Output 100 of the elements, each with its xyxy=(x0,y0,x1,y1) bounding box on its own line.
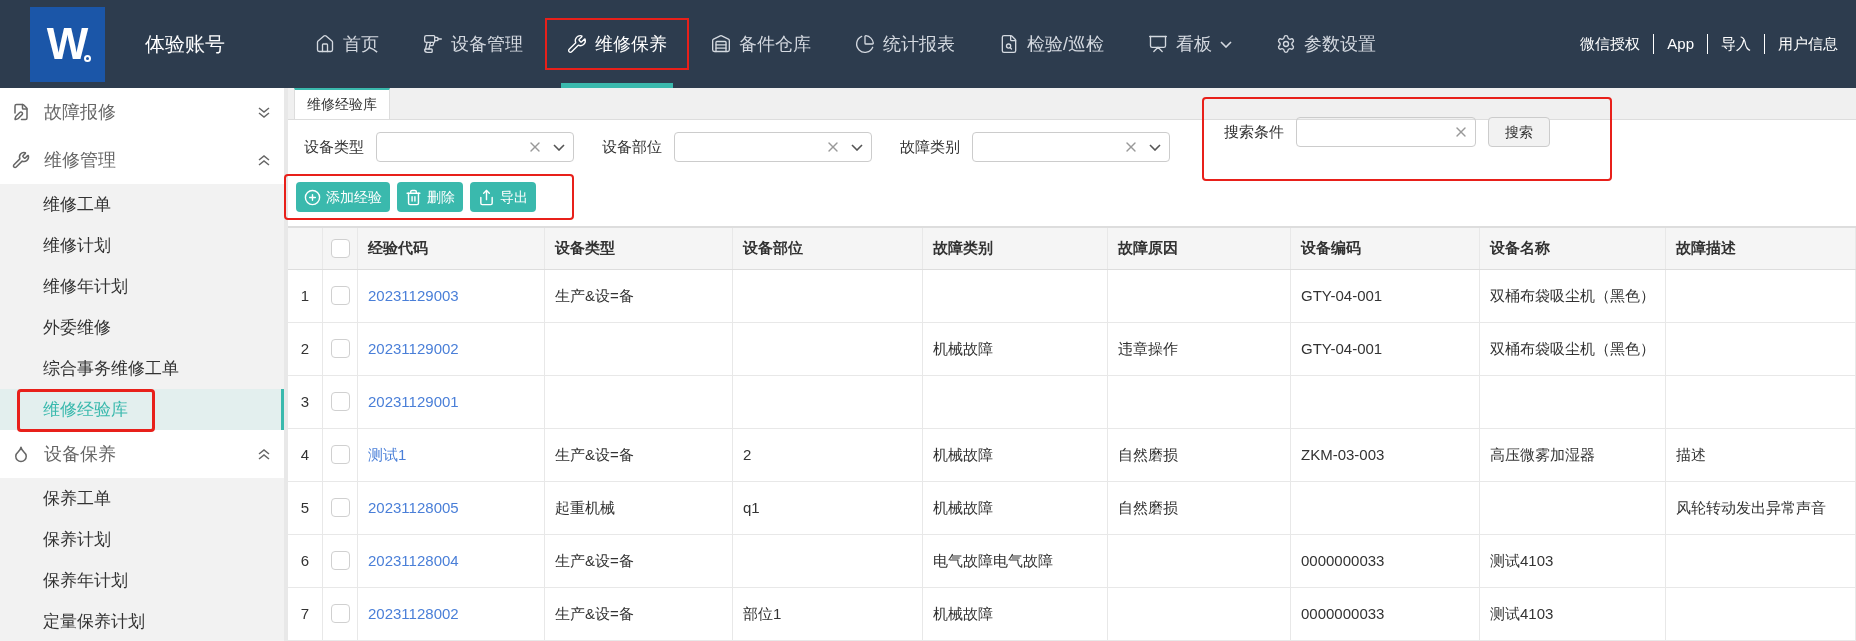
sidebar-item[interactable]: 外委维修 xyxy=(0,307,284,348)
nav-tab[interactable]: 设备管理 xyxy=(401,18,545,70)
checkbox[interactable] xyxy=(330,445,350,465)
caret-icon xyxy=(1220,40,1232,48)
table-cell-text: 双桶布袋吸尘机（黑色） xyxy=(1490,338,1655,359)
header-link[interactable]: 导入 xyxy=(1721,32,1751,56)
table-cell-text: 部位1 xyxy=(743,603,782,624)
table-cell-text: 生产&设=备 xyxy=(555,285,634,306)
logo: W xyxy=(30,6,105,82)
table-cell-text: 双桶布袋吸尘机（黑色） xyxy=(1490,285,1655,306)
row-number: 3 xyxy=(300,391,310,412)
checkbox[interactable] xyxy=(330,239,350,258)
header-link[interactable]: 微信授权 xyxy=(1580,32,1641,56)
row-number: 1 xyxy=(300,285,310,306)
warehouse-icon xyxy=(711,34,731,54)
presentation-board-icon xyxy=(1148,34,1168,54)
table-cell-text: 机械故障 xyxy=(933,603,993,624)
table-cell-text: 0000000033 xyxy=(1301,550,1385,571)
header-link[interactable]: 用户信息 xyxy=(1778,32,1838,56)
sidebar-group-header[interactable]: 维修管理 xyxy=(0,136,284,184)
table-cell-text: 自然磨损 xyxy=(1118,444,1178,465)
chevron-down-icon xyxy=(553,143,565,151)
checkbox[interactable] xyxy=(330,286,350,306)
sidebar-item[interactable]: 综合事务维修工单 xyxy=(0,348,284,389)
nav-tab[interactable]: 首页 xyxy=(293,18,401,70)
row-number: 7 xyxy=(300,603,310,624)
sidebar-item[interactable]: 维修工单 xyxy=(0,184,284,225)
sidebar-item[interactable]: 保养计划 xyxy=(0,519,284,560)
row-number: 4 xyxy=(300,444,310,465)
chevron-down-icon xyxy=(1149,143,1161,151)
header-link[interactable]: App xyxy=(1667,32,1694,56)
row-number: 5 xyxy=(300,497,310,518)
table-cell-text: 高压微雾加湿器 xyxy=(1490,444,1595,465)
nav-tab[interactable]: 备件仓库 xyxy=(689,18,833,70)
table-cell-text: 机械故障 xyxy=(933,497,993,518)
column-header: 设备类型 xyxy=(555,238,615,259)
pie-chart-icon xyxy=(855,34,875,54)
row-number: 6 xyxy=(300,550,310,571)
plus-circle-icon xyxy=(304,188,321,206)
nav-tab[interactable]: 检验/巡检 xyxy=(977,18,1126,70)
table-cell-text: ZKM-03-003 xyxy=(1301,444,1385,465)
nav-tab[interactable]: 统计报表 xyxy=(833,18,977,70)
filter-label: 设备类型 xyxy=(304,137,364,158)
column-header: 设备部位 xyxy=(743,238,803,259)
table-cell-text: 机械故障 xyxy=(933,444,993,465)
wrench-icon xyxy=(12,151,30,169)
code-link[interactable]: 20231129002 xyxy=(368,337,459,361)
filter-label: 搜索条件 xyxy=(1224,122,1284,143)
checkbox[interactable] xyxy=(330,339,350,359)
table-cell-text: 生产&设=备 xyxy=(555,603,634,624)
table-cell-text: 测试4103 xyxy=(1490,603,1554,624)
code-link[interactable]: 20231128005 xyxy=(368,496,459,520)
search-button[interactable]: 搜索 xyxy=(1488,117,1550,148)
drill-icon xyxy=(423,34,443,54)
table-cell-text: 自然磨损 xyxy=(1118,497,1178,518)
column-header: 设备编码 xyxy=(1301,238,1361,259)
table-cell-text: 描述 xyxy=(1676,444,1706,465)
document-search-icon xyxy=(999,34,1019,54)
checkbox[interactable] xyxy=(330,498,350,518)
select-field[interactable] xyxy=(376,132,574,163)
checkbox[interactable] xyxy=(330,392,350,412)
code-link[interactable]: 20231129003 xyxy=(368,284,459,308)
nav-tab[interactable]: 参数设置 xyxy=(1254,18,1398,70)
home-icon xyxy=(315,34,335,54)
select-field[interactable] xyxy=(674,132,872,163)
code-link[interactable]: 测试1 xyxy=(368,443,407,467)
sidebar-group-header[interactable]: 设备保养 xyxy=(0,430,284,478)
select-field[interactable] xyxy=(972,132,1170,163)
nav-tab[interactable]: 看板 xyxy=(1126,18,1254,70)
trash-icon xyxy=(405,188,422,206)
filter-label: 故障类别 xyxy=(900,137,960,158)
sidebar-item[interactable]: 保养工单 xyxy=(0,478,284,519)
sidebar-item[interactable]: 保养年计划 xyxy=(0,560,284,601)
wrench-icon xyxy=(567,34,587,54)
checkbox[interactable] xyxy=(330,604,350,624)
column-header: 经验代码 xyxy=(368,238,428,259)
sidebar-item[interactable]: 定量保养计划 xyxy=(0,601,284,641)
code-link[interactable]: 20231129001 xyxy=(368,390,459,414)
table-cell-text: 机械故障 xyxy=(933,338,993,359)
code-link[interactable]: 20231128002 xyxy=(368,602,459,626)
export-icon xyxy=(478,188,495,206)
account-name: 体验账号 xyxy=(145,32,225,57)
table-cell-text: q1 xyxy=(743,497,760,518)
table-cell-text: 风轮转动发出异常声音 xyxy=(1676,497,1826,518)
table-cell-text: GTY-04-001 xyxy=(1301,285,1383,306)
row-number: 2 xyxy=(300,338,310,359)
column-header: 故障原因 xyxy=(1118,238,1178,259)
column-header: 故障类别 xyxy=(933,238,993,259)
sidebar-item[interactable]: 维修计划 xyxy=(0,225,284,266)
table-cell-text: 起重机械 xyxy=(555,497,615,518)
table-cell-text: 2 xyxy=(743,444,752,465)
chevron-down-icon xyxy=(851,143,863,151)
nav-tab[interactable]: 维修保养 xyxy=(545,18,689,70)
checkbox[interactable] xyxy=(330,551,350,571)
sidebar-group-header[interactable]: 故障报修 xyxy=(0,88,284,136)
code-link[interactable]: 20231128004 xyxy=(368,549,459,573)
search-field[interactable] xyxy=(1296,117,1476,148)
page-tab[interactable]: 维修经验库 xyxy=(294,88,390,120)
sidebar-item[interactable]: 维修年计划 xyxy=(0,266,284,307)
table-cell-text: 电气故障电气故障 xyxy=(933,550,1053,571)
